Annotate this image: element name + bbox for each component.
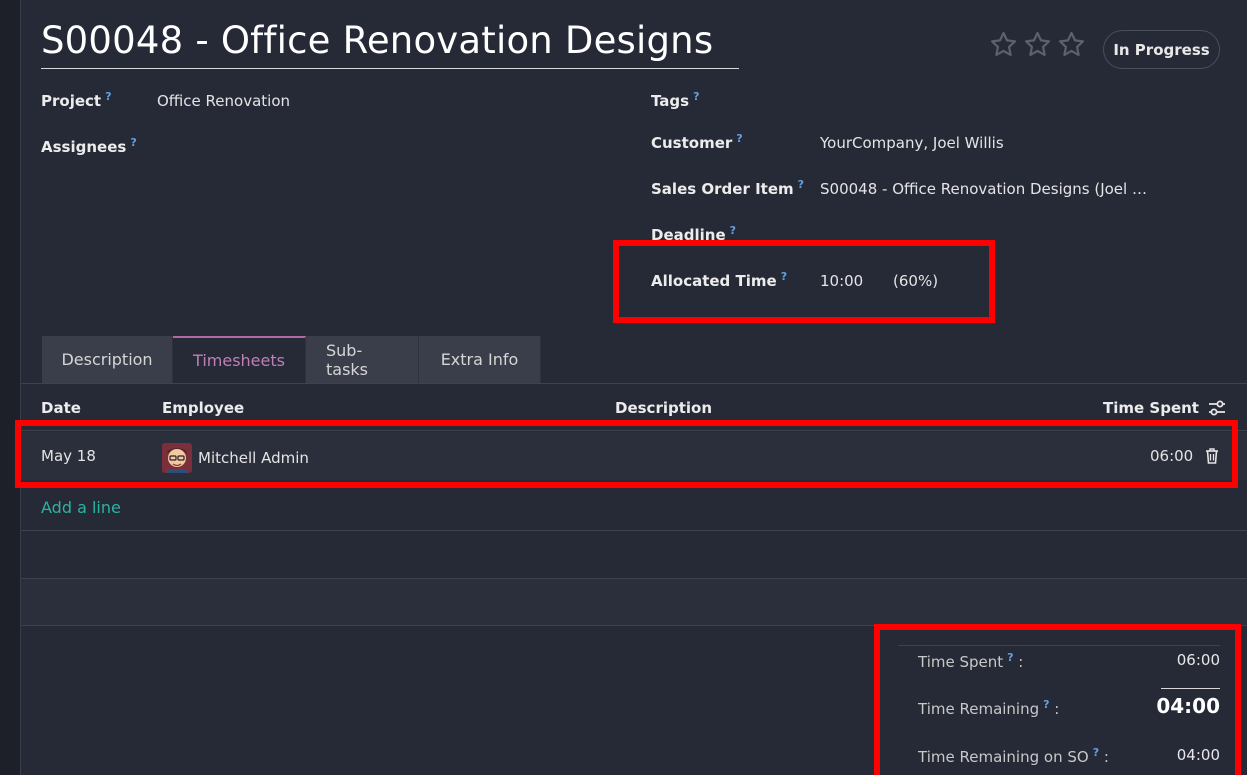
allocated-time-label-text: Allocated Time	[651, 272, 777, 290]
trash-icon[interactable]	[1204, 447, 1220, 465]
allocated-time-label: Allocated Time?	[651, 270, 787, 290]
deadline-label-text: Deadline	[651, 226, 726, 244]
summary-time-remaining-so-label: Time Remaining on SO? :	[918, 746, 1109, 766]
project-label-text: Project	[41, 92, 102, 110]
help-icon[interactable]: ?	[105, 90, 111, 103]
summary-time-remaining-so-label-text: Time Remaining on SO	[918, 748, 1089, 766]
help-icon[interactable]: ?	[130, 136, 136, 149]
add-line-link[interactable]: Add a line	[41, 498, 121, 517]
assignees-value[interactable]	[157, 138, 587, 160]
notebook-tabs: Description Timesheets Sub-tasks Extra I…	[42, 336, 541, 383]
row-time-spent[interactable]: 06:00	[1150, 447, 1193, 465]
column-header-date[interactable]: Date	[41, 399, 81, 417]
summary-time-remaining-so-value: 04:00	[1176, 746, 1220, 764]
help-icon[interactable]: ?	[1007, 651, 1013, 664]
summary-time-remaining-label: Time Remaining? :	[918, 698, 1060, 718]
tab-timesheets[interactable]: Timesheets	[173, 336, 306, 383]
row-divider	[21, 530, 1247, 531]
priority-stars	[989, 30, 1086, 59]
summary-time-remaining-label-text: Time Remaining	[918, 700, 1040, 718]
assignees-label: Assignees?	[41, 136, 137, 156]
help-icon[interactable]: ?	[798, 178, 804, 191]
deadline-value[interactable]	[820, 226, 1200, 248]
allocated-time-percent: (60%)	[893, 272, 939, 290]
sales-order-item-label: Sales Order Item?	[651, 178, 804, 198]
column-header-employee[interactable]: Employee	[162, 399, 244, 417]
summary-time-spent-label-text: Time Spent	[918, 653, 1004, 671]
tags-label-text: Tags	[651, 92, 690, 110]
project-value[interactable]: Office Renovation	[157, 92, 290, 110]
status-button[interactable]: In Progress	[1103, 30, 1220, 69]
empty-row	[21, 579, 1247, 626]
help-icon[interactable]: ?	[736, 132, 742, 145]
task-form-sheet: S00048 - Office Renovation Designs In Pr…	[15, 0, 1247, 775]
star-outline-icon[interactable]	[1057, 30, 1086, 59]
summary-time-remaining-value: 04:00	[1156, 694, 1220, 718]
star-outline-icon[interactable]	[1023, 30, 1052, 59]
customer-label: Customer?	[651, 132, 743, 152]
deadline-label: Deadline?	[651, 224, 736, 244]
help-icon[interactable]: ?	[1043, 698, 1049, 711]
user-avatar	[162, 443, 192, 473]
task-title: S00048 - Office Renovation Designs	[41, 19, 714, 62]
left-gutter	[0, 0, 21, 775]
summary-time-spent-label: Time Spent? :	[918, 651, 1024, 671]
tags-label: Tags?	[651, 90, 699, 110]
summary-divider	[898, 645, 1220, 646]
tab-description[interactable]: Description	[42, 336, 173, 383]
project-label: Project?	[41, 90, 111, 110]
customer-value[interactable]: YourCompany, Joel Willis	[820, 134, 1004, 152]
customer-label-text: Customer	[651, 134, 733, 152]
help-icon[interactable]: ?	[781, 270, 787, 283]
tab-extra-info[interactable]: Extra Info	[419, 336, 541, 383]
help-icon[interactable]: ?	[1093, 746, 1099, 759]
sales-order-item-value[interactable]: S00048 - Office Renovation Designs (Joel…	[820, 180, 1147, 198]
tab-divider	[21, 383, 1247, 384]
row-employee[interactable]: Mitchell Admin	[198, 449, 309, 467]
task-title-field[interactable]: S00048 - Office Renovation Designs	[41, 18, 739, 69]
star-outline-icon[interactable]	[989, 30, 1018, 59]
help-icon[interactable]: ?	[730, 224, 736, 237]
row-divider	[21, 625, 1247, 626]
sliders-icon[interactable]	[1207, 398, 1227, 418]
allocated-time-value[interactable]: 10:00	[820, 272, 863, 290]
summary-total-line	[1161, 688, 1220, 689]
sales-order-item-label-text: Sales Order Item	[651, 180, 794, 198]
tags-value[interactable]	[820, 92, 1200, 114]
summary-time-spent-value: 06:00	[1176, 651, 1220, 669]
tab-sub-tasks[interactable]: Sub-tasks	[306, 336, 419, 383]
assignees-label-text: Assignees	[41, 138, 127, 156]
column-header-time-spent[interactable]: Time Spent	[1103, 399, 1199, 417]
row-date[interactable]: May 18	[41, 447, 96, 465]
column-header-description[interactable]: Description	[615, 399, 712, 417]
help-icon[interactable]: ?	[693, 90, 699, 103]
header-divider	[21, 430, 1247, 431]
